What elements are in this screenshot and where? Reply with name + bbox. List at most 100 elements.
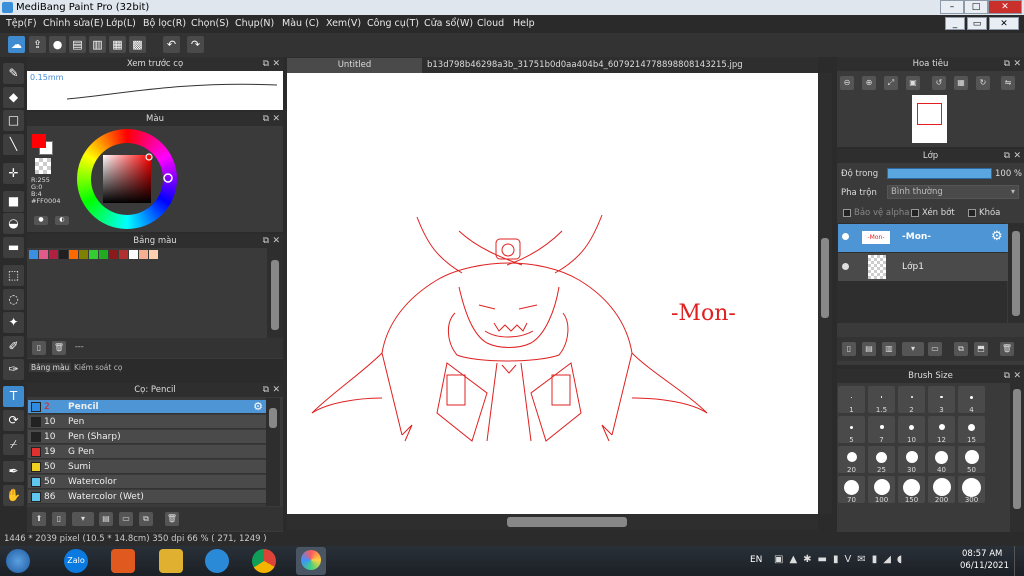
- close-icon[interactable]: ✕: [1013, 57, 1021, 71]
- duplicate-brush-icon[interactable]: ⧉: [139, 512, 153, 526]
- chat-icon[interactable]: ▤: [69, 36, 86, 53]
- eyedropper-tool-icon[interactable]: ⌿: [3, 434, 24, 455]
- menu-capture[interactable]: Chụp(N): [235, 18, 274, 29]
- add-brush-menu-icon[interactable]: ▾: [72, 512, 94, 526]
- select-pen-tool-icon[interactable]: ✐: [3, 336, 24, 357]
- tab-palette[interactable]: Bảng màu: [29, 363, 72, 372]
- layer-folder-icon[interactable]: ▭: [928, 342, 942, 356]
- brush-size-option[interactable]: 70: [838, 476, 865, 504]
- undock-icon[interactable]: ⧉: [263, 383, 269, 397]
- undock-icon[interactable]: ⧉: [1004, 57, 1010, 71]
- transparent-swatch[interactable]: [35, 158, 51, 174]
- cloud-icon[interactable]: ☁: [8, 36, 25, 53]
- scroll-thumb[interactable]: [271, 260, 279, 330]
- move-tool-icon[interactable]: ✛: [3, 163, 24, 184]
- brush-size-option[interactable]: 4: [958, 386, 985, 414]
- menu-edit[interactable]: Chỉnh sửa(E): [43, 18, 104, 29]
- palette-swatch[interactable]: [89, 250, 98, 259]
- brush-size-option[interactable]: 150: [898, 476, 925, 504]
- new-8bit-layer-icon[interactable]: ▥: [882, 342, 896, 356]
- flip-icon[interactable]: ⇋: [1001, 76, 1015, 90]
- canvas-horizontal-scrollbar[interactable]: [287, 514, 818, 530]
- palette-swatch[interactable]: [99, 250, 108, 259]
- brush-size-option[interactable]: 10: [898, 416, 925, 444]
- language-indicator[interactable]: EN: [750, 555, 762, 565]
- scroll-thumb[interactable]: [507, 517, 627, 527]
- file-explorer-icon[interactable]: [159, 549, 183, 573]
- layer-list-scrollbar[interactable]: [1008, 223, 1024, 323]
- palette-swatch[interactable]: [29, 250, 38, 259]
- palette-swatch[interactable]: [139, 250, 148, 259]
- duplicate-layer-icon[interactable]: ⧉: [954, 342, 968, 356]
- palette-swatch[interactable]: [109, 250, 118, 259]
- reset-rotation-icon[interactable]: ▦: [954, 76, 968, 90]
- menu-color[interactable]: Màu (C): [282, 18, 319, 29]
- pen-tool-icon[interactable]: ✒: [3, 461, 24, 482]
- brush-row[interactable]: 50 Watercolor: [28, 475, 266, 489]
- zoom-out-icon[interactable]: ⊖: [840, 76, 854, 90]
- text-tool-icon[interactable]: T: [3, 386, 24, 407]
- hand-tool-icon[interactable]: ✋: [3, 485, 24, 506]
- brush-row[interactable]: 50 Sumi: [28, 460, 266, 474]
- palette-swatch[interactable]: [149, 250, 158, 259]
- comment-icon[interactable]: ●: [49, 36, 66, 53]
- menu-file[interactable]: Tệp(F): [6, 18, 37, 29]
- rotate-right-icon[interactable]: ↻: [976, 76, 990, 90]
- new-layer-icon[interactable]: ▯: [842, 342, 856, 356]
- brush-row[interactable]: 2 Pencil ⚙: [28, 400, 266, 414]
- color-wheel[interactable]: [77, 129, 177, 229]
- delete-palette-icon[interactable]: 🗑: [52, 341, 66, 355]
- brush-size-option[interactable]: 30: [898, 446, 925, 474]
- line-tool-icon[interactable]: ╲: [3, 134, 24, 155]
- scroll-thumb[interactable]: [269, 408, 277, 428]
- menu-help[interactable]: Help: [513, 18, 535, 29]
- drawing-canvas[interactable]: -Mon-: [287, 73, 818, 514]
- close-icon[interactable]: ✕: [272, 57, 280, 71]
- visibility-eye-icon[interactable]: [842, 233, 849, 240]
- bucket-tool-icon[interactable]: ◒: [3, 213, 24, 234]
- brush-size-option[interactable]: 1: [838, 386, 865, 414]
- select-eraser-tool-icon[interactable]: ✑: [3, 359, 24, 380]
- document-icon[interactable]: ▥: [89, 36, 106, 53]
- navigator-viewport[interactable]: [917, 103, 942, 125]
- brush-size-option[interactable]: 25: [868, 446, 895, 474]
- brush-row[interactable]: 19 G Pen: [28, 445, 266, 459]
- undock-icon[interactable]: ⧉: [1004, 369, 1010, 383]
- share-icon[interactable]: ⇪: [29, 36, 46, 53]
- doc-restore-button[interactable]: ▭: [967, 17, 987, 30]
- palette-swatch[interactable]: [69, 250, 78, 259]
- system-tray-icons[interactable]: ▣▲✱▬▮V✉▮◢◖: [774, 554, 934, 568]
- new-halftone-layer-icon[interactable]: ▤: [862, 342, 876, 356]
- brush-size-option[interactable]: 1.5: [868, 386, 895, 414]
- scroll-thumb[interactable]: [821, 238, 829, 318]
- brush-size-option[interactable]: 5: [838, 416, 865, 444]
- zalo-icon[interactable]: Zalo: [64, 549, 88, 573]
- delete-brush-icon[interactable]: 🗑: [165, 512, 179, 526]
- magic-wand-tool-icon[interactable]: ✦: [3, 312, 24, 333]
- palette-swatch[interactable]: [129, 250, 138, 259]
- visibility-eye-icon[interactable]: [842, 263, 849, 270]
- layer-row-layer1[interactable]: Lớp1: [838, 253, 1008, 281]
- brush-row[interactable]: 86 Watercolor (Wet): [28, 490, 266, 504]
- close-icon[interactable]: ✕: [1013, 149, 1021, 163]
- chrome-icon[interactable]: [252, 549, 276, 573]
- new-brush-icon[interactable]: ▯: [52, 512, 66, 526]
- menu-cloud[interactable]: Cloud: [477, 18, 504, 29]
- blend-mode-select[interactable]: Bình thường ▾: [887, 185, 1019, 199]
- undock-icon[interactable]: ⧉: [263, 234, 269, 248]
- gradient-tool-icon[interactable]: ▬: [3, 237, 24, 258]
- brush-row[interactable]: 10 Pen (Sharp): [28, 430, 266, 444]
- brush-size-option[interactable]: 7: [868, 416, 895, 444]
- show-desktop-button[interactable]: [1014, 546, 1024, 576]
- table-icon[interactable]: ▦: [109, 36, 126, 53]
- palette-swatch[interactable]: [119, 250, 128, 259]
- lasso-tool-icon[interactable]: ◌: [3, 289, 24, 310]
- close-icon[interactable]: ✕: [1013, 369, 1021, 383]
- undock-icon[interactable]: ⧉: [263, 112, 269, 126]
- navigator-thumbnail[interactable]: [912, 95, 947, 143]
- brush-size-option[interactable]: 15: [958, 416, 985, 444]
- tab-untitled[interactable]: Untitled: [287, 58, 422, 73]
- brush-size-option[interactable]: 100: [868, 476, 895, 504]
- brush-size-option[interactable]: 200: [928, 476, 955, 504]
- add-layer-menu-icon[interactable]: ▾: [902, 342, 924, 356]
